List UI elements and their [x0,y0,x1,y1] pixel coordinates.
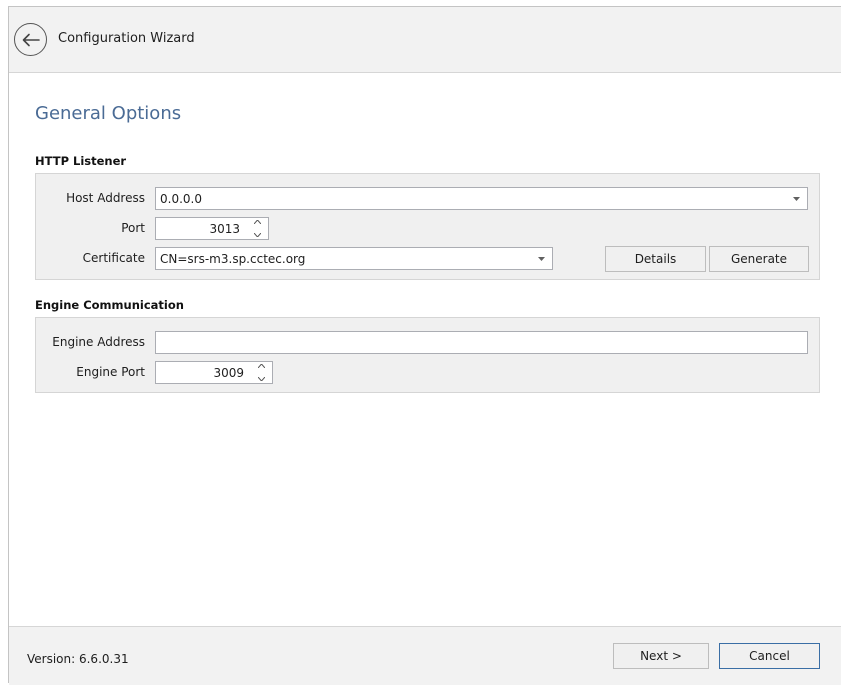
engine-communication-group: Engine Address Engine Port 3009 [35,317,820,393]
port-value: 3013 [209,221,240,236]
chevron-up-icon[interactable] [257,364,265,368]
version-label: Version: 6.6.0.31 [27,652,129,666]
cancel-button[interactable]: Cancel [719,643,820,669]
wizard-footer: Version: 6.6.0.31 Next > Cancel [9,626,841,685]
engine-address-label: Engine Address [52,335,145,349]
chevron-down-icon [536,253,546,265]
certificate-value: CN=srs-m3.sp.cctec.org [160,251,306,266]
chevron-up-icon[interactable] [253,220,261,224]
engine-communication-heading: Engine Communication [35,298,184,312]
chevron-down-icon [791,193,801,205]
spinner[interactable] [256,364,266,381]
next-button[interactable]: Next > [613,643,709,669]
details-button[interactable]: Details [605,246,706,272]
http-listener-group: Host Address 0.0.0.0 Port 3013 Certifica… [35,173,820,280]
generate-button[interactable]: Generate [709,246,809,272]
port-stepper[interactable]: 3013 [155,217,269,240]
host-address-dropdown[interactable]: 0.0.0.0 [155,187,808,210]
engine-port-label: Engine Port [76,365,145,379]
chevron-down-icon[interactable] [257,377,265,381]
certificate-dropdown[interactable]: CN=srs-m3.sp.cctec.org [155,247,553,270]
engine-port-stepper[interactable]: 3009 [155,361,273,384]
engine-port-value: 3009 [213,365,244,380]
host-address-label: Host Address [66,191,145,205]
spinner[interactable] [252,220,262,237]
page-title: General Options [35,103,182,124]
configuration-wizard-window: Configuration Wizard General Options HTT… [8,6,841,685]
wizard-header: Configuration Wizard [9,7,841,73]
port-label: Port [121,221,145,235]
engine-address-input[interactable] [155,331,808,354]
http-listener-heading: HTTP Listener [35,154,127,168]
host-address-value: 0.0.0.0 [160,191,202,206]
certificate-label: Certificate [82,251,145,265]
window-title: Configuration Wizard [58,31,195,46]
arrow-left-icon [22,33,40,46]
back-button[interactable] [14,23,47,56]
chevron-down-icon[interactable] [253,233,261,237]
